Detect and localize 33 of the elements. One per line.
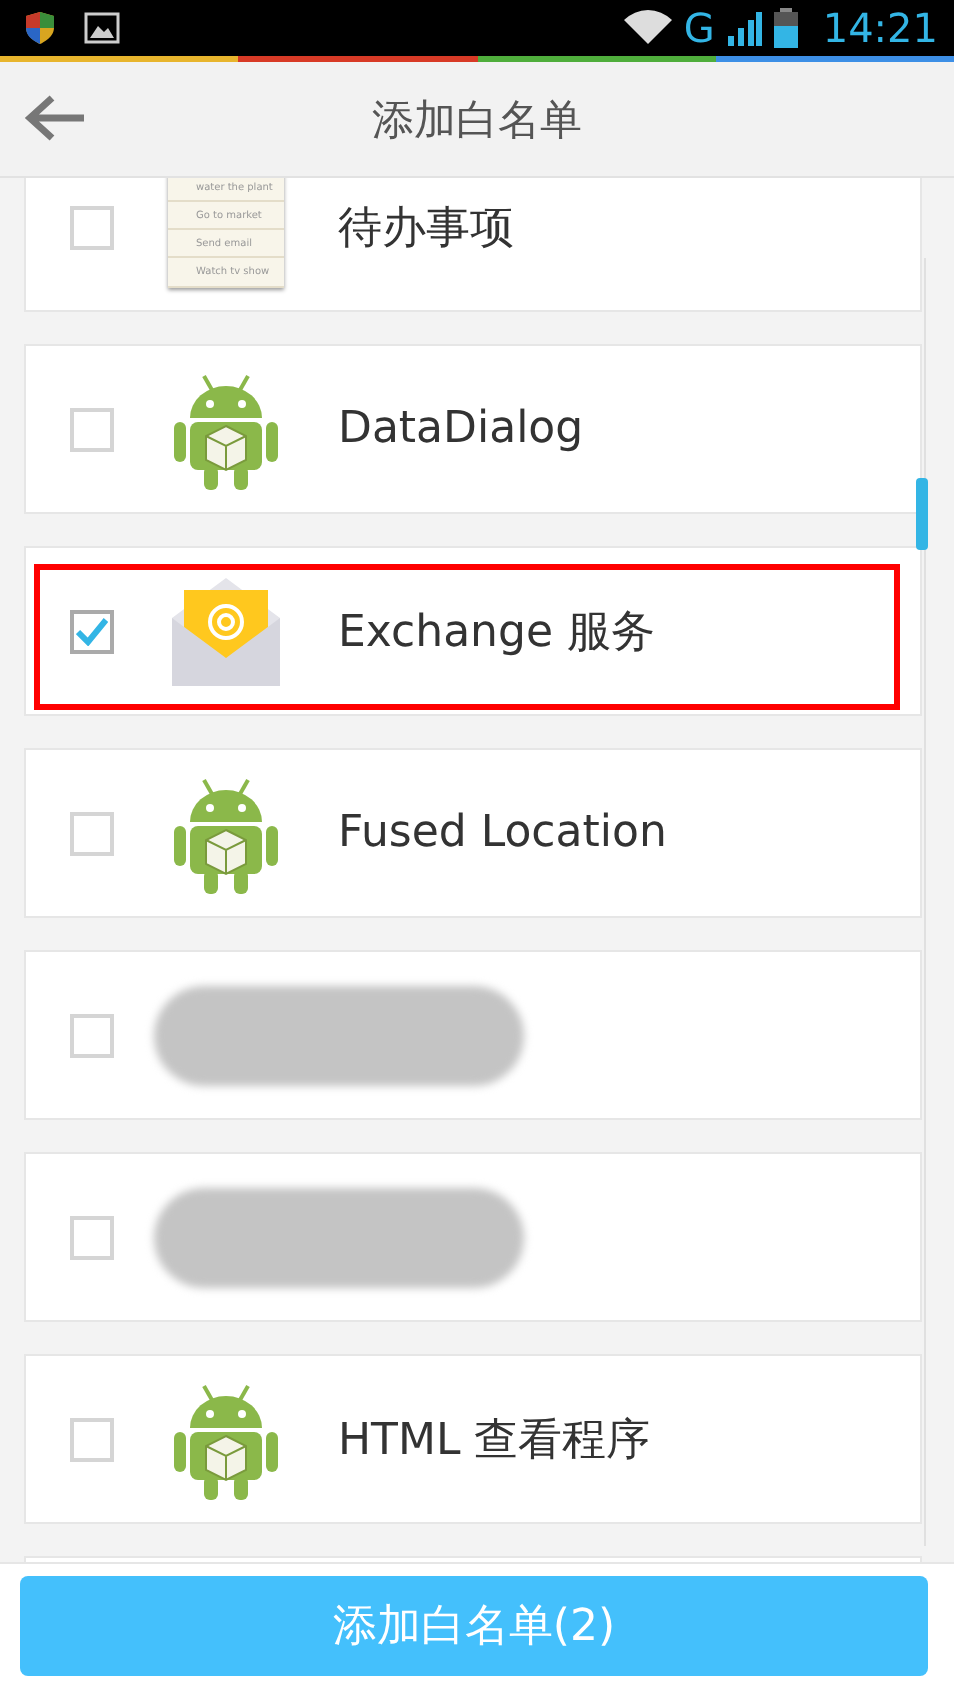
network-type: G [683,4,715,52]
battery-icon [774,8,799,48]
app-name: 待办事项 [338,201,514,257]
clock-time: 14:21 [822,4,938,52]
checkbox[interactable] [70,1215,114,1259]
app-name: DataDialog [338,404,584,454]
shield-icon [24,10,56,46]
android-robot-icon [170,369,282,489]
checkbox[interactable] [70,609,114,653]
android-robot-icon [170,773,282,893]
app-list-item[interactable]: DataDialog [24,344,922,514]
app-list-item[interactable] [24,950,922,1120]
envelope-icon [168,573,284,689]
checkbox[interactable] [70,811,114,855]
checkbox[interactable] [70,1013,114,1057]
back-arrow-icon [24,92,88,144]
page-title: 添加白名单 [372,93,582,147]
app-list-item[interactable]: Exchange 服务 [24,546,922,716]
app-list-item[interactable]: Fused Location [24,748,922,918]
checkbox[interactable] [70,1417,114,1461]
app-name: Exchange 服务 [338,605,655,661]
app-list-item[interactable] [24,1152,922,1322]
signal-icon [726,10,763,46]
checkmark-icon [76,617,108,645]
scrollbar-thumb [916,478,928,550]
checkbox[interactable] [70,407,114,451]
wifi-icon [623,10,672,46]
checkbox[interactable] [70,205,114,249]
image-icon [84,12,120,44]
app-name: Fused Location [338,808,667,858]
android-robot-icon [170,1379,282,1499]
app-name: HTML 查看程序 [338,1413,651,1469]
app-list-item[interactable]: HTML 查看程序 [24,1354,922,1524]
